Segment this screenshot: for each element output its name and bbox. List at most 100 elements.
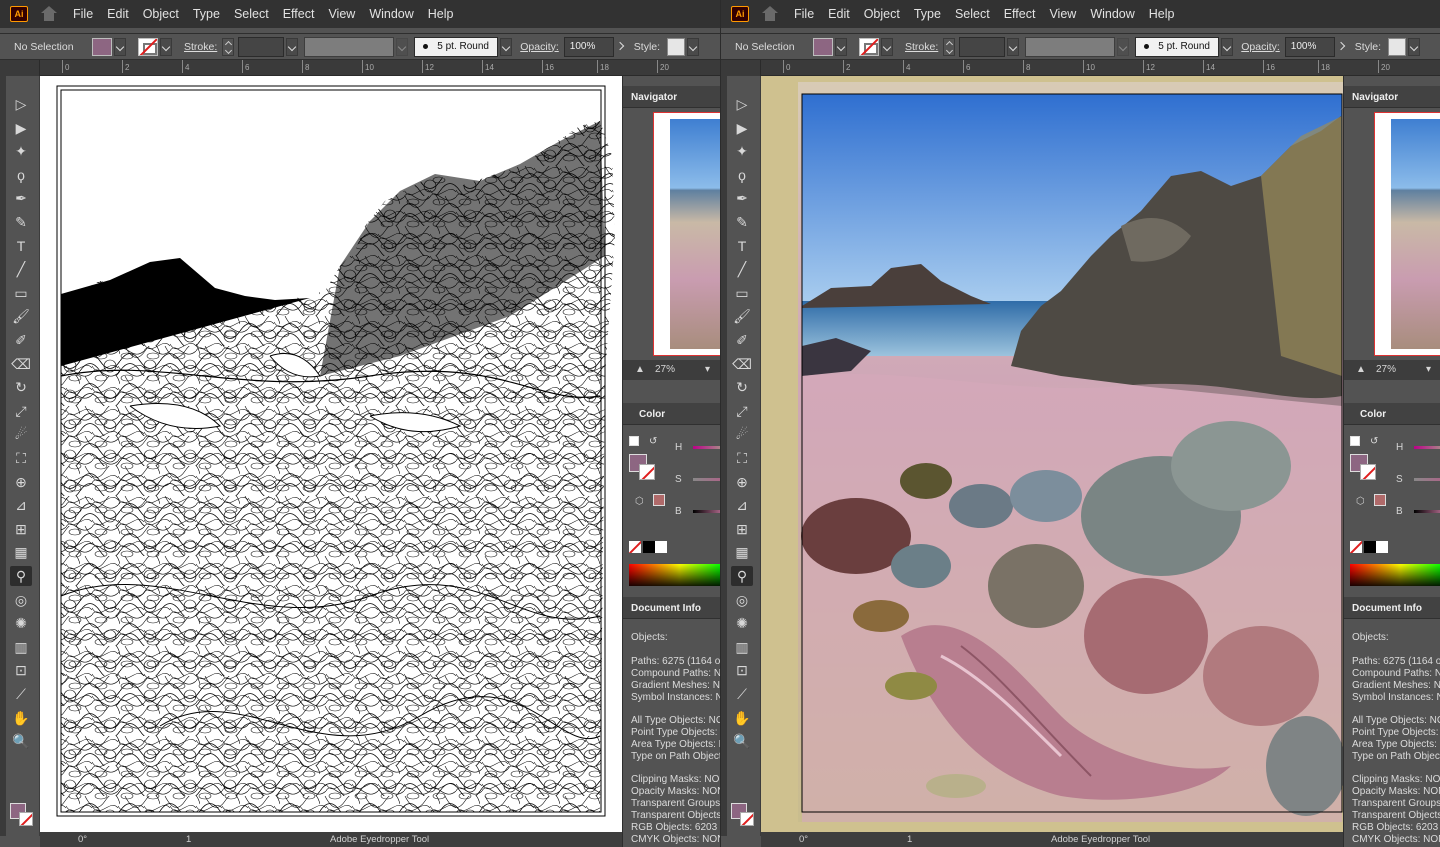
default-colors-icon[interactable] [1350, 436, 1360, 446]
brush-dropdown-icon[interactable] [1221, 37, 1234, 56]
out-of-gamut-icon[interactable]: ⬡ [635, 496, 644, 507]
stroke-weight-stepper[interactable] [943, 37, 956, 56]
menu-file[interactable]: File [787, 0, 821, 28]
zoom-icon[interactable]: 🔍 [731, 731, 753, 751]
opacity-arrow-icon[interactable] [616, 38, 628, 56]
column-graph-icon[interactable]: ▥ [10, 637, 32, 657]
home-icon[interactable] [761, 6, 779, 22]
zoom-out-icon[interactable]: ▲ [1356, 364, 1366, 375]
stroke-weight-dropdown-icon[interactable] [286, 37, 299, 56]
variable-width-field[interactable] [304, 36, 395, 57]
menu-object[interactable]: Object [857, 0, 907, 28]
slice-icon[interactable]: ⟋ [10, 684, 32, 704]
gamut-swatch[interactable] [1374, 494, 1386, 506]
type-icon[interactable]: T [731, 236, 753, 256]
scale-icon[interactable]: ⤢ [10, 401, 32, 421]
variable-width-dropdown-icon[interactable] [396, 37, 409, 56]
fill-dropdown-icon[interactable] [835, 37, 847, 56]
stroke-weight-stepper[interactable] [222, 37, 235, 56]
color-stroke-swatch[interactable] [1360, 464, 1376, 480]
menu-view[interactable]: View [321, 0, 362, 28]
brush-definition-field[interactable]: 5 pt. Round [1135, 36, 1220, 57]
zoom-out-icon[interactable]: ▲ [635, 364, 645, 375]
selection-icon[interactable]: ▷ [10, 94, 32, 114]
navigator-tab[interactable]: Navigator [623, 86, 720, 108]
stroke-dropdown-icon[interactable] [881, 37, 893, 56]
rectangle-icon[interactable]: ▭ [10, 283, 32, 303]
warp-icon[interactable]: ☄ [10, 424, 32, 444]
swap-colors-icon[interactable]: ↺ [1370, 436, 1378, 447]
paintbrush-icon[interactable]: 🖌 [10, 306, 32, 326]
free-transform-icon[interactable]: ⛶ [731, 448, 753, 468]
current-tool-status[interactable]: Adobe Eyedropper Tool [330, 834, 429, 845]
slice-icon[interactable]: ⟋ [731, 684, 753, 704]
mesh-icon[interactable]: ⊞ [731, 519, 753, 539]
toolbar-stroke-swatch[interactable] [740, 812, 754, 826]
variable-width-dropdown-icon[interactable] [1117, 37, 1130, 56]
menu-type[interactable]: Type [907, 0, 948, 28]
pen-icon[interactable]: ✒ [731, 188, 753, 208]
menu-edit[interactable]: Edit [100, 0, 136, 28]
menu-select[interactable]: Select [227, 0, 276, 28]
black-swatch[interactable] [1364, 541, 1376, 553]
swap-colors-icon[interactable]: ↺ [649, 436, 657, 447]
artboard-icon[interactable]: ⊡ [10, 660, 32, 680]
stroke-swatch[interactable] [859, 37, 879, 56]
artboard-number[interactable]: 1 [186, 834, 191, 845]
type-icon[interactable]: T [10, 236, 32, 256]
shaper-icon[interactable]: ✐ [10, 330, 32, 350]
menu-object[interactable]: Object [136, 0, 186, 28]
column-graph-icon[interactable]: ▥ [731, 637, 753, 657]
brush-definition-field[interactable]: 5 pt. Round [414, 36, 499, 57]
eyedropper-icon[interactable]: ⚲ [731, 566, 753, 586]
line-segment-icon[interactable]: ╱ [731, 259, 753, 279]
zoom-level[interactable]: 27% [1376, 364, 1396, 375]
magic-wand-icon[interactable]: ✦ [10, 141, 32, 161]
gamut-swatch[interactable] [653, 494, 665, 506]
menu-view[interactable]: View [1042, 0, 1083, 28]
stroke-weight-dropdown-icon[interactable] [1007, 37, 1020, 56]
black-swatch[interactable] [643, 541, 655, 553]
saturation-slider[interactable] [693, 478, 720, 481]
color-spectrum[interactable] [629, 564, 720, 586]
rotate-icon[interactable]: ↻ [731, 377, 753, 397]
curvature-icon[interactable]: ✎ [10, 212, 32, 232]
selection-icon[interactable]: ▷ [731, 94, 753, 114]
menu-effect[interactable]: Effect [997, 0, 1043, 28]
perspective-grid-icon[interactable]: ⊿ [10, 495, 32, 515]
opacity-arrow-icon[interactable] [1337, 38, 1349, 56]
shape-builder-icon[interactable]: ⊕ [10, 472, 32, 492]
navigator-thumbnail[interactable] [653, 112, 720, 356]
stroke-dropdown-icon[interactable] [160, 37, 172, 56]
eraser-icon[interactable]: ⌫ [10, 354, 32, 374]
lasso-icon[interactable]: ϙ [731, 165, 753, 185]
brush-dropdown-icon[interactable] [500, 37, 513, 56]
menu-help[interactable]: Help [421, 0, 461, 28]
eyedropper-icon[interactable]: ⚲ [10, 566, 32, 586]
menu-window[interactable]: Window [362, 0, 420, 28]
artboard-icon[interactable]: ⊡ [731, 660, 753, 680]
scale-icon[interactable]: ⤢ [731, 401, 753, 421]
eraser-icon[interactable]: ⌫ [731, 354, 753, 374]
default-colors-icon[interactable] [629, 436, 639, 446]
menu-select[interactable]: Select [948, 0, 997, 28]
color-tab[interactable]: Color [623, 403, 720, 425]
zoom-dropdown-icon[interactable]: ▾ [1426, 364, 1431, 375]
horizontal-ruler[interactable]: 0 2 4 6 8 10 12 14 16 18 20 [761, 60, 1440, 76]
curvature-icon[interactable]: ✎ [731, 212, 753, 232]
symbol-sprayer-icon[interactable]: ✺ [10, 613, 32, 633]
white-swatch[interactable] [1376, 541, 1388, 553]
home-icon[interactable] [40, 6, 58, 22]
opacity-label[interactable]: Opacity: [1241, 41, 1280, 53]
direct-selection-icon[interactable]: ▶ [731, 118, 753, 138]
fill-swatch[interactable] [813, 37, 833, 56]
toolbar-stroke-swatch[interactable] [19, 812, 33, 826]
variable-width-field[interactable] [1025, 36, 1116, 57]
hue-slider[interactable] [693, 446, 720, 449]
menu-help[interactable]: Help [1142, 0, 1182, 28]
color-spectrum[interactable] [1350, 564, 1440, 586]
zoom-level[interactable]: 27% [655, 364, 675, 375]
stroke-weight-field[interactable] [959, 36, 1006, 57]
hue-slider[interactable] [1414, 446, 1440, 449]
style-dropdown-icon[interactable] [687, 37, 700, 56]
